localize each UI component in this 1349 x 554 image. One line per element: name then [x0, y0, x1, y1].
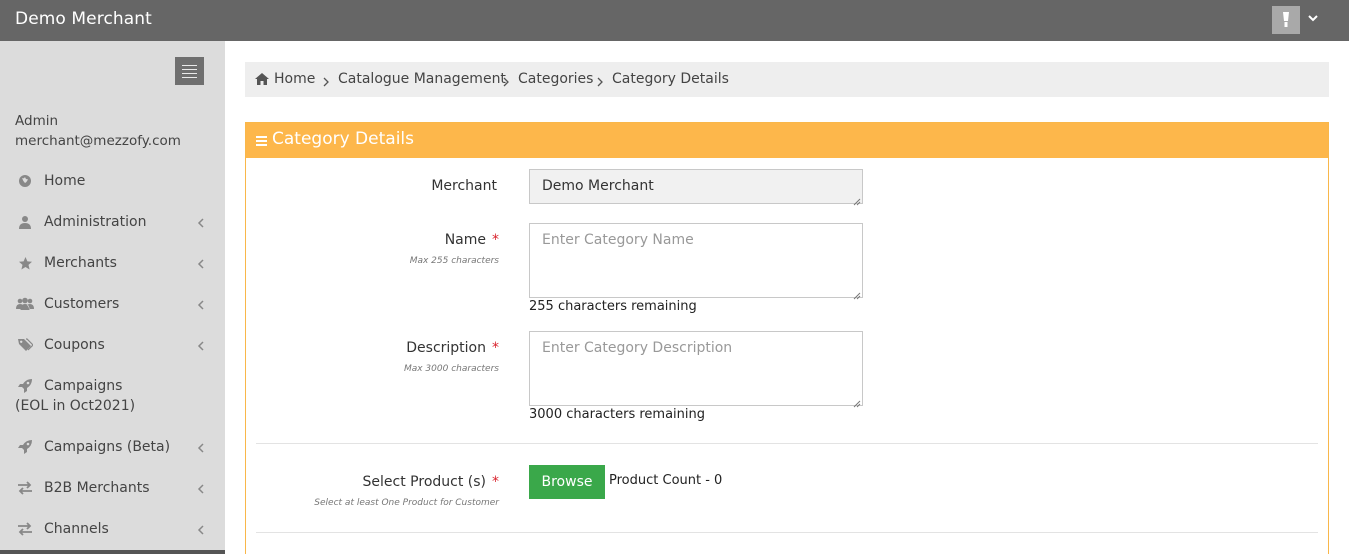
users-icon	[16, 294, 34, 314]
name-remaining: 255 characters remaining	[529, 299, 697, 314]
chevron-left-icon	[196, 442, 206, 454]
select-products-label: Select Product (s) *	[362, 474, 499, 490]
browse-button[interactable]: Browse	[529, 465, 605, 499]
resize-handle-icon[interactable]	[853, 288, 861, 300]
home-icon	[255, 73, 269, 85]
required-marker: *	[492, 340, 499, 356]
panel-title: Category Details	[272, 129, 414, 149]
user-badge-icon[interactable]	[1272, 6, 1300, 34]
exchange-icon	[16, 478, 34, 498]
chevron-left-icon	[196, 524, 206, 536]
menu-bars-icon	[256, 136, 267, 146]
category-name-input[interactable]: Enter Category Name	[529, 223, 863, 300]
merchant-field: Demo Merchant	[529, 169, 863, 206]
select-products-hint: Select at least One Product for Customer	[314, 498, 499, 508]
sidebar-scroll-edge	[0, 550, 225, 554]
sidebar-item-label: B2B Merchants	[44, 480, 150, 496]
top-bar: Demo Merchant	[0, 0, 1349, 41]
chevron-left-icon	[196, 340, 206, 352]
description-remaining: 3000 characters remaining	[529, 407, 706, 422]
breadcrumb: Home Catalogue Management Categories Cat…	[245, 62, 1329, 97]
tags-icon	[16, 335, 34, 355]
chevron-right-icon	[596, 75, 604, 87]
user-info: Admin merchant@mezzofy.com	[15, 111, 181, 151]
chevron-right-icon	[322, 75, 330, 87]
description-hint: Max 3000 characters	[403, 364, 499, 374]
chevron-left-icon	[196, 217, 206, 229]
sidebar-item-sublabel: (EOL in Oct2021)	[15, 398, 136, 414]
name-placeholder: Enter Category Name	[542, 232, 694, 248]
sidebar-item-label: Merchants	[44, 255, 117, 271]
name-hint: Max 255 characters	[409, 256, 499, 266]
section-divider	[256, 443, 1318, 444]
chevron-left-icon	[196, 483, 206, 495]
sidebar: Admin merchant@mezzofy.com Home Administ…	[0, 41, 225, 554]
name-label: Name *	[444, 232, 499, 248]
breadcrumb-category-details: Category Details	[612, 71, 729, 87]
globe-icon	[16, 171, 34, 191]
sidebar-item-label: Coupons	[44, 337, 105, 353]
category-description-input[interactable]: Enter Category Description	[529, 331, 863, 408]
chevron-right-icon	[502, 75, 510, 87]
section-divider	[256, 532, 1318, 533]
sidebar-toggle-button[interactable]	[175, 57, 204, 85]
exchange-icon	[16, 519, 34, 539]
sidebar-item-label: Customers	[44, 296, 120, 312]
user-icon	[16, 212, 34, 232]
sidebar-item-label: Home	[44, 173, 86, 189]
breadcrumb-catalogue-management[interactable]: Catalogue Management	[338, 70, 506, 88]
description-label: Description *	[406, 340, 499, 356]
rocket-icon	[16, 376, 34, 396]
star-icon	[16, 253, 34, 273]
description-placeholder: Enter Category Description	[542, 340, 733, 356]
panel-header: Category Details	[246, 123, 1328, 158]
category-details-panel: Category Details Merchant Demo Merchant …	[245, 122, 1329, 554]
sidebar-item-label: Channels	[44, 521, 109, 537]
resize-handle-icon[interactable]	[853, 396, 861, 408]
rocket-icon	[16, 437, 34, 457]
chevron-left-icon	[196, 299, 206, 311]
app-title: Demo Merchant	[15, 9, 152, 29]
sidebar-item-label: Campaigns	[44, 378, 123, 394]
merchant-value: Demo Merchant	[542, 178, 654, 194]
breadcrumb-categories[interactable]: Categories	[518, 70, 593, 88]
sidebar-item-label: Campaigns (Beta)	[44, 439, 171, 455]
required-marker: *	[492, 474, 499, 490]
breadcrumb-home[interactable]: Home	[274, 70, 315, 88]
required-marker: *	[492, 232, 499, 248]
resize-handle-icon	[853, 194, 861, 206]
product-count: Product Count - 0	[609, 473, 723, 488]
chevron-left-icon	[196, 258, 206, 270]
user-role: Admin	[15, 113, 59, 129]
sidebar-item-label: Administration	[44, 214, 147, 230]
user-email: merchant@mezzofy.com	[15, 133, 181, 149]
merchant-label: Merchant	[431, 178, 497, 194]
chevron-down-icon[interactable]	[1306, 11, 1320, 25]
